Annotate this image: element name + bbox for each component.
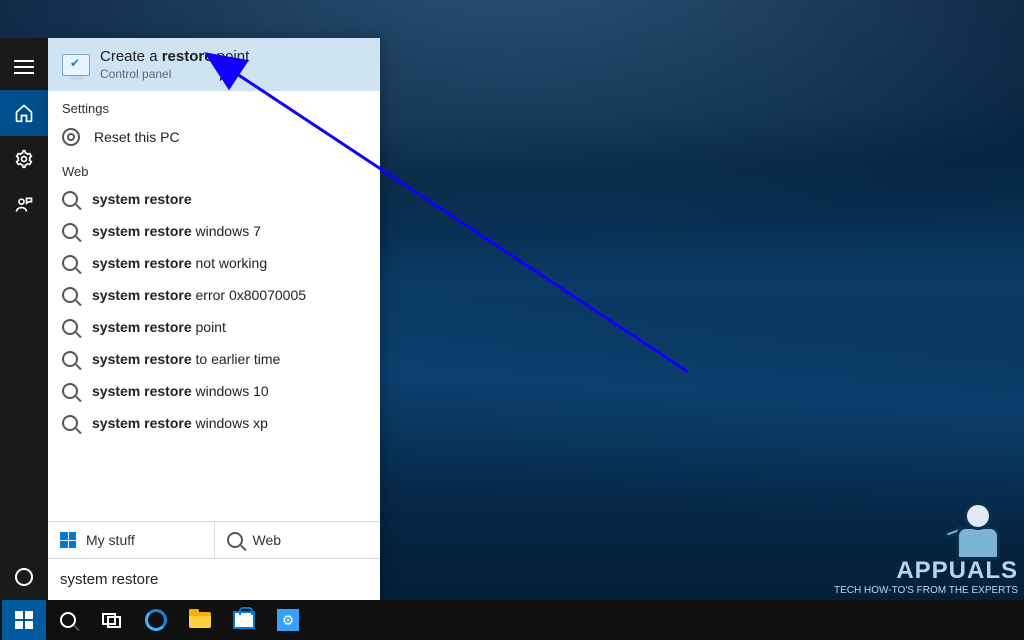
search-rail <box>0 38 48 600</box>
rail-feedback-button[interactable] <box>0 182 48 228</box>
rail-menu-button[interactable] <box>0 44 48 90</box>
rail-home-button[interactable] <box>0 90 48 136</box>
scope-web-label: Web <box>253 532 282 548</box>
scope-web-button[interactable]: Web <box>215 522 381 558</box>
edge-icon <box>145 609 167 631</box>
taskbar: ⚙ <box>0 600 1024 640</box>
web-suggestion[interactable]: system restore to earlier time <box>48 343 380 375</box>
scope-my-stuff-button[interactable]: My stuff <box>48 522 215 558</box>
settings-results-list: Reset this PC <box>48 120 380 154</box>
appuals-watermark: APPUALS TECH HOW-TO'S FROM THE EXPERTS <box>834 557 1018 596</box>
web-suggestion[interactable]: system restore windows 10 <box>48 375 380 407</box>
watermark-tagline: TECH HOW-TO'S FROM THE EXPERTS <box>834 585 1018 596</box>
windows-logo-icon <box>15 611 33 629</box>
task-view-button[interactable] <box>90 600 134 640</box>
person-feedback-icon <box>14 195 34 215</box>
scope-row: My stuff Web <box>48 521 380 558</box>
start-button[interactable] <box>2 600 46 640</box>
gear-icon <box>62 128 80 146</box>
web-results-list: system restore system restore windows 7 … <box>48 183 380 439</box>
best-match-title: Create a restore point <box>100 48 249 65</box>
rail-cortana-button[interactable] <box>0 554 48 600</box>
web-suggestion[interactable]: system restore error 0x80070005 <box>48 279 380 311</box>
search-icon <box>60 612 76 628</box>
cortana-ring-icon <box>15 568 33 586</box>
web-suggestion-label: system restore <box>92 191 192 207</box>
scope-my-stuff-label: My stuff <box>86 532 135 548</box>
taskbar-app-edge[interactable] <box>134 600 178 640</box>
web-suggestion[interactable]: system restore not working <box>48 247 380 279</box>
taskbar-app-settings[interactable]: ⚙ <box>266 600 310 640</box>
search-input[interactable] <box>60 571 368 588</box>
best-match-subtitle: Control panel <box>100 67 249 81</box>
search-icon <box>62 287 78 303</box>
hamburger-icon <box>14 66 34 68</box>
system-properties-icon <box>62 54 90 76</box>
web-suggestion[interactable]: system restore point <box>48 311 380 343</box>
rail-settings-button[interactable] <box>0 136 48 182</box>
web-suggestion-label: system restore error 0x80070005 <box>92 287 306 303</box>
search-icon <box>62 319 78 335</box>
web-suggestion[interactable]: system restore <box>48 183 380 215</box>
settings-result-label: Reset this PC <box>94 129 180 145</box>
gear-icon <box>14 149 34 169</box>
search-icon <box>62 191 78 207</box>
search-icon <box>62 255 78 271</box>
search-box <box>48 558 380 600</box>
section-header-settings: Settings <box>48 91 380 120</box>
taskbar-search-button[interactable] <box>46 600 90 640</box>
section-header-web: Web <box>48 154 380 183</box>
settings-result-reset-pc[interactable]: Reset this PC <box>48 120 380 154</box>
web-suggestion-label: system restore windows 10 <box>92 383 269 399</box>
search-panel: Create a restore point Control panel ➤ S… <box>48 38 380 600</box>
home-icon <box>14 103 34 123</box>
taskbar-app-file-explorer[interactable] <box>178 600 222 640</box>
web-suggestion[interactable]: system restore windows 7 <box>48 215 380 247</box>
settings-app-icon: ⚙ <box>277 609 299 631</box>
store-icon <box>233 611 255 629</box>
watermark-brand: APPUALS <box>834 557 1018 585</box>
web-suggestion-label: system restore windows xp <box>92 415 268 431</box>
folder-icon <box>189 612 211 628</box>
search-icon <box>62 223 78 239</box>
windows-logo-icon <box>60 532 76 548</box>
search-icon <box>62 415 78 431</box>
web-suggestion-label: system restore to earlier time <box>92 351 280 367</box>
web-suggestion-label: system restore windows 7 <box>92 223 261 239</box>
search-icon <box>227 532 243 548</box>
web-suggestion-label: system restore not working <box>92 255 267 271</box>
search-icon <box>62 383 78 399</box>
best-match-result[interactable]: Create a restore point Control panel ➤ <box>48 38 380 91</box>
task-view-icon <box>102 612 122 628</box>
web-suggestion[interactable]: system restore windows xp <box>48 407 380 439</box>
taskbar-app-store[interactable] <box>222 600 266 640</box>
web-suggestion-label: system restore point <box>92 319 226 335</box>
search-icon <box>62 351 78 367</box>
